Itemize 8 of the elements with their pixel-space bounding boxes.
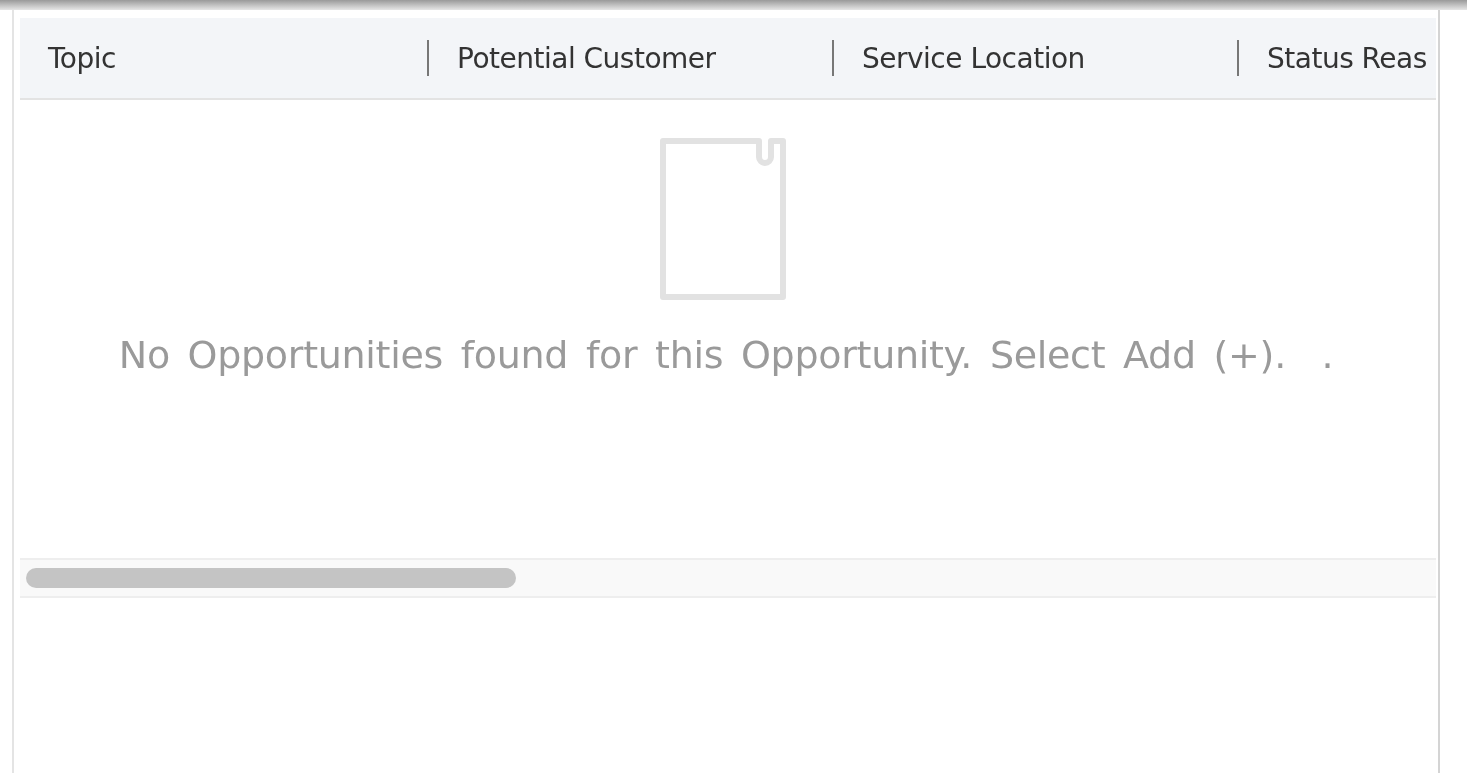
empty-message: No Opportunities found for this Opportunity. Select Add (+). .	[118, 333, 1334, 377]
column-header[interactable]: Potential Customer	[457, 41, 716, 75]
document-icon	[659, 137, 789, 301]
scrollbar-thumb[interactable]	[26, 568, 516, 588]
horizontal-scrollbar[interactable]	[20, 558, 1436, 598]
column-header[interactable]: Service Location	[862, 41, 1085, 75]
column-header[interactable]: Status Reas	[1267, 41, 1427, 75]
column-header[interactable]: Topic	[48, 41, 116, 75]
